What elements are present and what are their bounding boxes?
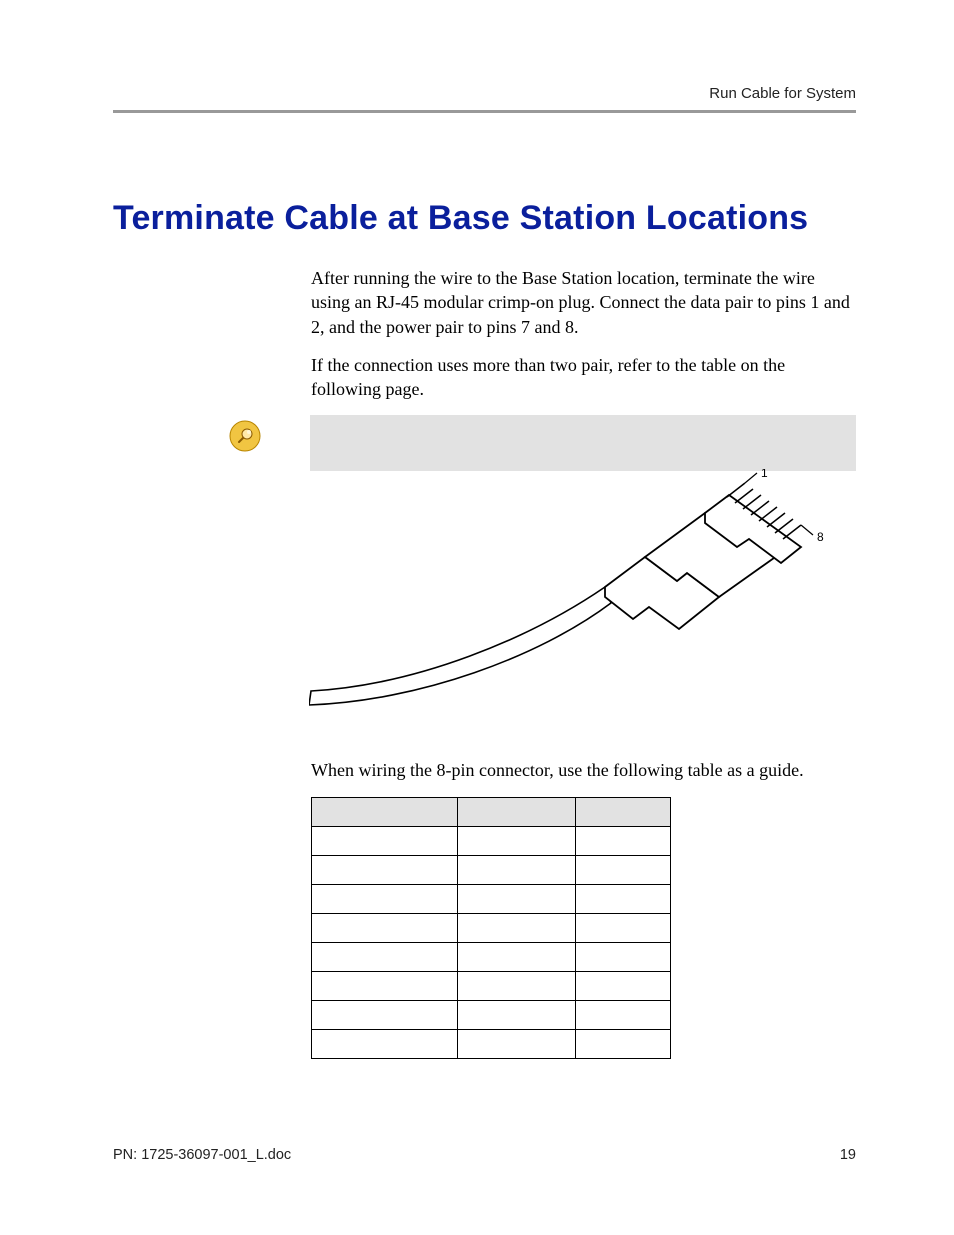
table-row — [312, 855, 671, 884]
paragraph-2: If the connection uses more than two pai… — [311, 353, 856, 402]
table-row — [312, 971, 671, 1000]
page-number: 19 — [840, 1147, 856, 1163]
table-row — [312, 1029, 671, 1058]
table-row — [312, 1000, 671, 1029]
paragraph-1: After running the wire to the Base Stati… — [311, 266, 856, 339]
table-header-cell — [458, 797, 576, 826]
note-row — [228, 415, 856, 471]
pin-table — [311, 797, 671, 1059]
table-row — [312, 826, 671, 855]
pin-8-label: 8 — [817, 530, 824, 544]
header-rule — [113, 110, 856, 113]
table-row — [312, 884, 671, 913]
rj45-figure: 1 8 — [309, 469, 856, 734]
running-header: Run Cable for System — [113, 85, 856, 102]
table-section: When wiring the 8-pin connector, use the… — [311, 758, 856, 1058]
page-title: Terminate Cable at Base Station Location… — [113, 199, 856, 238]
body-column: After running the wire to the Base Stati… — [311, 266, 856, 401]
footer: PN: 1725-36097-001_L.doc 19 — [113, 1147, 856, 1163]
table-header-cell — [312, 797, 458, 826]
table-header-row — [312, 797, 671, 826]
page: Run Cable for System Terminate Cable at … — [0, 0, 954, 1235]
doc-id: PN: 1725-36097-001_L.doc — [113, 1147, 291, 1163]
pin-1-label: 1 — [761, 469, 768, 480]
pushpin-icon — [228, 419, 262, 453]
table-row — [312, 913, 671, 942]
table-intro: When wiring the 8-pin connector, use the… — [311, 758, 856, 782]
note-box — [310, 415, 856, 471]
table-row — [312, 942, 671, 971]
table-header-cell — [576, 797, 671, 826]
